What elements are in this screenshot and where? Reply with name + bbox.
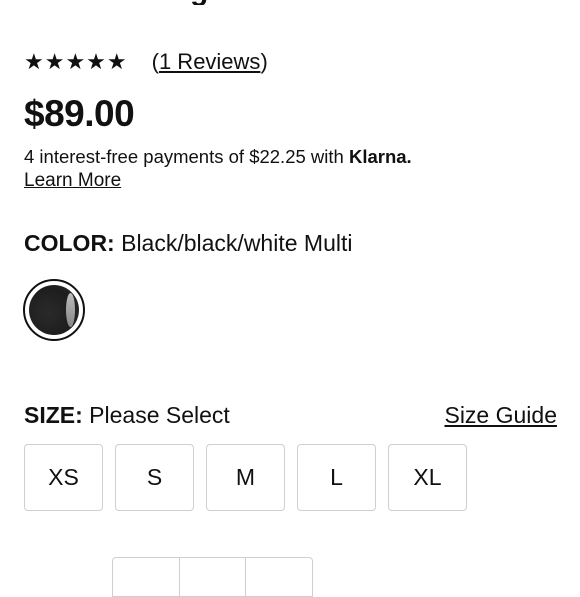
size-option-s[interactable]: S <box>115 444 194 511</box>
klarna-financing-text: 4 interest-free payments of $22.25 with … <box>24 145 412 169</box>
quantity-decrease-button[interactable] <box>113 558 180 596</box>
color-swatch-black[interactable] <box>23 279 85 341</box>
klarna-logo: Klarna. <box>348 146 412 167</box>
size-value: Please Select <box>82 402 230 428</box>
rating-row: ★★★★★ (1 Reviews) <box>24 48 268 76</box>
star-rating-icon: ★★★★★ <box>24 49 128 74</box>
quantity-value-field[interactable] <box>180 558 247 596</box>
product-price: $89.00 <box>24 93 135 134</box>
product-title-text: g <box>190 0 208 5</box>
size-guide-link[interactable]: Size Guide <box>444 400 557 430</box>
reviews-link[interactable]: (1 Reviews) <box>152 48 268 76</box>
color-swatch-image <box>29 285 79 335</box>
learn-more-link[interactable]: Learn More <box>24 168 121 194</box>
size-option-xs[interactable]: XS <box>24 444 103 511</box>
quantity-increase-button[interactable] <box>246 558 312 596</box>
reviews-open-paren: ( <box>151 49 159 74</box>
size-label: SIZE: <box>24 402 83 428</box>
size-heading: SIZE: Please Select <box>24 400 230 430</box>
klarna-installment-text: 4 interest-free payments of $22.25 with <box>24 146 349 167</box>
reviews-count-label: 1 Reviews <box>158 49 261 74</box>
reviews-close-paren: ) <box>260 49 268 74</box>
size-option-xl[interactable]: XL <box>388 444 467 511</box>
color-label: COLOR: <box>24 230 115 256</box>
quantity-stepper <box>112 557 313 597</box>
color-value: Black/black/white Multi <box>114 230 353 256</box>
color-heading: COLOR: Black/black/white Multi <box>24 228 352 258</box>
size-option-l[interactable]: L <box>297 444 376 511</box>
size-options: XS S M L XL <box>24 444 479 511</box>
product-title: g <box>190 0 232 5</box>
size-option-m[interactable]: M <box>206 444 285 511</box>
